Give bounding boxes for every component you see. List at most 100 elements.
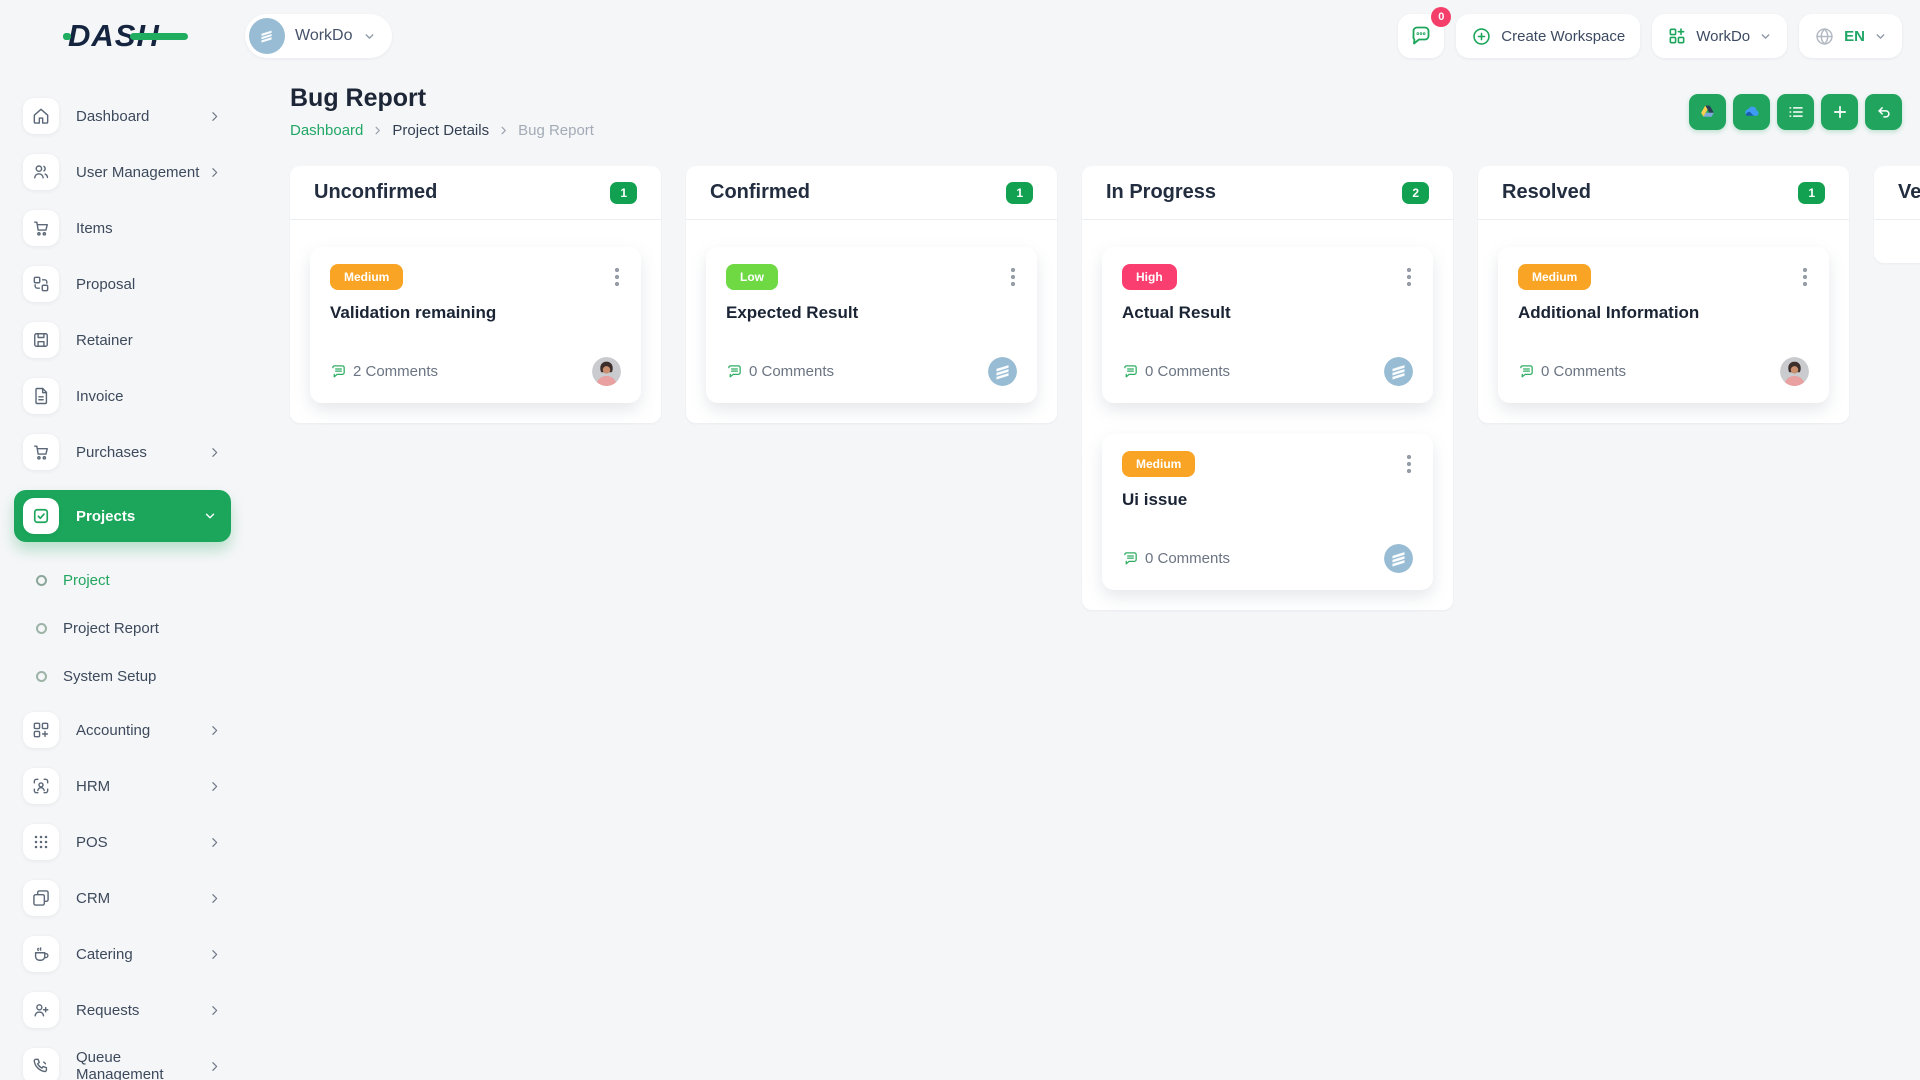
language-dropdown[interactable]: EN: [1799, 14, 1902, 58]
kebab-menu-icon[interactable]: [613, 264, 621, 290]
breadcrumb-project-details[interactable]: Project Details: [392, 122, 489, 139]
chevron-right-icon: [208, 110, 221, 123]
sidebar-label: Dashboard: [76, 108, 149, 125]
sidebar-label: POS: [76, 834, 108, 851]
add-button[interactable]: [1821, 94, 1858, 130]
undo-arrow-icon: [1875, 103, 1893, 121]
back-button[interactable]: [1865, 94, 1902, 130]
bug-card[interactable]: Medium Ui issue 0 Comments: [1102, 434, 1433, 590]
plus-icon: [1831, 103, 1849, 121]
globe-icon: [1814, 26, 1835, 47]
radio-circle-icon: [36, 671, 47, 682]
apps-dropdown[interactable]: WorkDo: [1652, 14, 1787, 58]
comments-count: 0 Comments: [1145, 550, 1230, 567]
page-title: Bug Report: [290, 84, 594, 113]
bug-card[interactable]: Low Expected Result 0 Comments: [706, 247, 1037, 403]
sidebar-subitem-system-setup[interactable]: System Setup: [36, 664, 245, 688]
sidebar-label: Queue Management: [76, 1049, 208, 1080]
column-verified: Verified: [1874, 166, 1920, 263]
kebab-menu-icon[interactable]: [1801, 264, 1809, 290]
comments-link[interactable]: 2 Comments: [330, 363, 438, 380]
chevron-down-icon: [1874, 30, 1887, 43]
sidebar-item-queue-management[interactable]: Queue Management: [23, 1048, 245, 1080]
sidebar-item-user-management[interactable]: User Management: [23, 154, 245, 190]
kanban-board: Unconfirmed 1 Medium Validation remainin…: [290, 166, 1920, 610]
users-icon: [23, 154, 59, 190]
sidebar-label: HRM: [76, 778, 110, 795]
onedrive-icon: [1742, 102, 1762, 122]
chevron-right-icon: [498, 125, 509, 136]
comment-bubble-icon: [1122, 363, 1139, 380]
sidebar-item-invoice[interactable]: Invoice: [23, 378, 245, 414]
sidebar-item-requests[interactable]: Requests: [23, 992, 245, 1028]
kebab-menu-icon[interactable]: [1009, 264, 1017, 290]
sidebar-item-dashboard[interactable]: Dashboard: [23, 98, 245, 134]
comments-link[interactable]: 0 Comments: [726, 363, 834, 380]
sidebar-label: Items: [76, 220, 113, 237]
comments-link[interactable]: 0 Comments: [1122, 550, 1230, 567]
apps-dropdown-label: WorkDo: [1696, 28, 1750, 45]
breadcrumb-dashboard[interactable]: Dashboard: [290, 122, 363, 139]
comments-link[interactable]: 0 Comments: [1518, 363, 1626, 380]
google-drive-button[interactable]: [1689, 94, 1726, 130]
comment-bubble-icon: [1518, 363, 1535, 380]
user-plus-icon: [23, 992, 59, 1028]
column-resolved: Resolved 1 Medium Additional Information: [1478, 166, 1849, 423]
sidebar-item-pos[interactable]: POS: [23, 824, 245, 860]
assignee-avatar: [1384, 544, 1413, 573]
sidebar-item-catering[interactable]: Catering: [23, 936, 245, 972]
sidebar-subitem-project-report[interactable]: Project Report: [36, 616, 245, 640]
messages-button[interactable]: 0: [1398, 14, 1444, 58]
column-count-badge: 1: [610, 182, 637, 204]
comments-count: 0 Comments: [749, 363, 834, 380]
priority-badge: Medium: [330, 264, 403, 290]
comments-link[interactable]: 0 Comments: [1122, 363, 1230, 380]
list-icon: [1787, 103, 1805, 121]
overlapping-windows-icon: [23, 880, 59, 916]
language-code: EN: [1844, 28, 1865, 45]
comments-count: 0 Comments: [1541, 363, 1626, 380]
sidebar-sublabel: Project Report: [63, 620, 159, 637]
floppy-disk-icon: [23, 322, 59, 358]
sidebar-label: Catering: [76, 946, 133, 963]
chevron-right-icon: [372, 125, 383, 136]
sidebar-item-items[interactable]: Items: [23, 210, 245, 246]
logo-dash-bar: [130, 33, 188, 40]
sidebar-item-accounting[interactable]: Accounting: [23, 712, 245, 748]
comments-count: 0 Comments: [1145, 363, 1230, 380]
chevron-down-icon: [203, 509, 217, 523]
bug-card[interactable]: Medium Validation remaining 2 Comments: [310, 247, 641, 403]
column-title: Verified: [1898, 181, 1920, 204]
plus-circle-icon: [1471, 26, 1492, 47]
workspace-avatar: [249, 18, 285, 54]
column-title: In Progress: [1106, 181, 1216, 204]
shopping-cart-icon: [23, 434, 59, 470]
sidebar-item-retainer[interactable]: Retainer: [23, 322, 245, 358]
list-view-button[interactable]: [1777, 94, 1814, 130]
check-square-icon: [23, 498, 59, 534]
onedrive-button[interactable]: [1733, 94, 1770, 130]
dash-logo[interactable]: DASH: [68, 18, 160, 54]
kebab-menu-icon[interactable]: [1405, 451, 1413, 477]
sidebar-sublabel: System Setup: [63, 668, 156, 685]
sidebar-item-proposal[interactable]: Proposal: [23, 266, 245, 302]
dots-grid-icon: [23, 824, 59, 860]
workspace-switcher[interactable]: WorkDo: [245, 14, 392, 58]
bug-card[interactable]: High Actual Result 0 Comments: [1102, 247, 1433, 403]
kebab-menu-icon[interactable]: [1405, 264, 1413, 290]
grid-plus-icon: [1667, 26, 1687, 46]
sidebar-item-crm[interactable]: CRM: [23, 880, 245, 916]
sidebar-subitem-project[interactable]: Project: [36, 568, 245, 592]
sidebar-item-hrm[interactable]: HRM: [23, 768, 245, 804]
create-workspace-button[interactable]: Create Workspace: [1456, 14, 1640, 58]
file-text-icon: [23, 378, 59, 414]
sidebar-item-purchases[interactable]: Purchases: [23, 434, 245, 470]
assignee-avatar: [592, 357, 621, 386]
bug-card[interactable]: Medium Additional Information 0 Comments: [1498, 247, 1829, 403]
priority-badge: High: [1122, 264, 1177, 290]
sidebar-label: Purchases: [76, 444, 147, 461]
sidebar-item-projects[interactable]: Projects: [14, 490, 231, 542]
column-unconfirmed: Unconfirmed 1 Medium Validation remainin…: [290, 166, 661, 423]
chevron-right-icon: [208, 446, 221, 459]
comment-bubble-icon: [726, 363, 743, 380]
